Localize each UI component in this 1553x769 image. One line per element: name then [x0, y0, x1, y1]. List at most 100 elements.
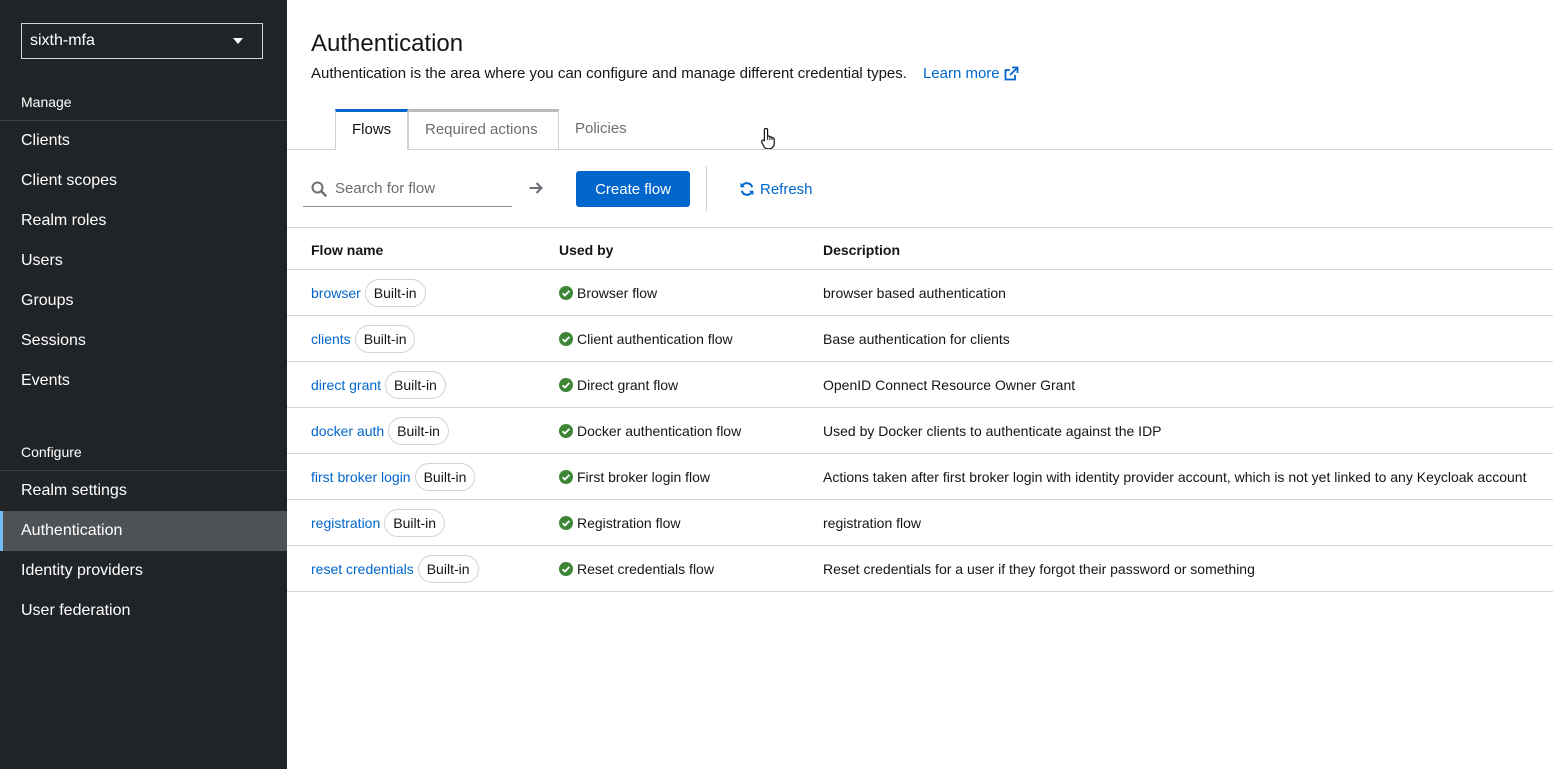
flow-link[interactable]: browser	[311, 285, 361, 301]
flow-name-cell: docker auth Built-in	[311, 408, 449, 454]
table-row: registration Built-in Registration flow …	[287, 500, 1553, 546]
tab-policies[interactable]: Policies	[559, 109, 643, 150]
nav-section-manage: Manage Clients Client scopes Realm roles…	[0, 83, 287, 401]
sidebar-item-client-scopes[interactable]: Client scopes	[0, 161, 287, 201]
page-title: Authentication	[311, 30, 464, 57]
search-submit-button[interactable]	[525, 177, 547, 199]
check-circle-icon	[559, 424, 573, 438]
check-circle-icon	[559, 332, 573, 346]
used-by-text: Docker authentication flow	[577, 423, 742, 439]
learn-more-label: Learn more	[922, 65, 1000, 82]
check-circle-icon	[559, 470, 573, 484]
realm-selector-label: sixth-mfa	[30, 32, 95, 49]
flow-name-cell: reset credentials Built-in	[311, 546, 479, 592]
description-cell: Reset credentials for a user if they for…	[823, 561, 1255, 577]
description-cell: OpenID Connect Resource Owner Grant	[823, 377, 1076, 393]
used-by-cell: Direct grant flow	[559, 362, 678, 408]
sidebar-item-users[interactable]: Users	[0, 241, 287, 281]
sidebar-item-realm-settings[interactable]: Realm settings	[0, 471, 287, 511]
sidebar-item-identity-providers[interactable]: Identity providers	[0, 551, 287, 591]
description-cell: Actions taken after first broker login w…	[823, 469, 1527, 485]
sidebar-item-groups[interactable]: Groups	[0, 281, 287, 321]
sidebar-item-events[interactable]: Events	[0, 361, 287, 401]
used-by-cell: Client authentication flow	[559, 316, 733, 362]
search-input[interactable]	[335, 180, 505, 197]
built-in-badge: Built-in	[384, 509, 446, 537]
table-row: direct grant Built-in Direct grant flow …	[287, 362, 1553, 408]
sidebar-item-sessions[interactable]: Sessions	[0, 321, 287, 361]
used-by-text: First broker login flow	[577, 469, 711, 485]
built-in-badge: Built-in	[354, 325, 416, 353]
check-circle-icon	[559, 516, 573, 530]
external-link-icon	[1004, 66, 1019, 80]
used-by-cell: First broker login flow	[559, 454, 710, 500]
realm-selector[interactable]: sixth-mfa	[21, 23, 263, 59]
column-header-used-by[interactable]: Used by	[559, 242, 613, 258]
check-circle-icon	[559, 378, 573, 392]
refresh-button[interactable]: Refresh	[739, 171, 813, 207]
nav-section-title-manage: Manage	[0, 83, 287, 121]
flow-name-cell: direct grant Built-in	[311, 362, 446, 408]
column-header-description[interactable]: Description	[823, 242, 900, 258]
tab-required-actions[interactable]: Required actions	[408, 109, 559, 150]
search-box	[303, 171, 512, 207]
column-header-flow-name[interactable]: Flow name	[311, 242, 383, 258]
toolbar: Create flow Refresh	[287, 150, 1553, 228]
nav-section-title-configure: Configure	[0, 433, 287, 471]
tab-bar: Flows Required actions Policies	[287, 109, 1553, 150]
built-in-badge: Built-in	[417, 555, 479, 583]
flow-link[interactable]: clients	[311, 331, 351, 347]
used-by-cell: Browser flow	[559, 270, 657, 316]
flow-name-cell: clients Built-in	[311, 316, 416, 362]
built-in-badge: Built-in	[385, 371, 446, 399]
flow-name-cell: registration Built-in	[311, 500, 446, 546]
used-by-cell: Registration flow	[559, 500, 681, 546]
flow-link[interactable]: first broker login	[311, 469, 411, 485]
used-by-text: Client authentication flow	[577, 331, 733, 347]
flow-link[interactable]: direct grant	[311, 377, 381, 393]
used-by-text: Registration flow	[577, 515, 681, 531]
description-cell: registration flow	[823, 515, 922, 531]
table-row: reset credentials Built-in Reset credent…	[287, 546, 1553, 592]
main-content: Authentication Authentication is the are…	[287, 0, 1553, 769]
nav-section-configure: Configure Realm settings Authentication …	[0, 433, 287, 631]
flows-table: Flow name Used by Description browser Bu…	[287, 228, 1553, 592]
check-circle-icon	[559, 562, 573, 576]
flow-name-cell: browser Built-in	[311, 270, 426, 316]
check-circle-icon	[559, 286, 573, 300]
page-description: Authentication is the area where you can…	[311, 65, 1019, 82]
used-by-cell: Docker authentication flow	[559, 408, 741, 454]
flow-link[interactable]: docker auth	[311, 423, 384, 439]
table-row: browser Built-in Browser flow browser ba…	[287, 270, 1553, 316]
used-by-cell: Reset credentials flow	[559, 546, 714, 592]
create-flow-button[interactable]: Create flow	[576, 171, 690, 207]
refresh-icon	[740, 182, 754, 196]
built-in-badge: Built-in	[388, 417, 449, 445]
learn-more-link[interactable]: Learn more	[923, 65, 1019, 82]
used-by-text: Browser flow	[577, 285, 658, 301]
table-row: clients Built-in Client authentication f…	[287, 316, 1553, 362]
used-by-text: Reset credentials flow	[577, 561, 714, 577]
sidebar-item-clients[interactable]: Clients	[0, 121, 287, 161]
refresh-label: Refresh	[760, 180, 813, 198]
flow-link[interactable]: reset credentials	[311, 561, 414, 577]
table-row: first broker login Built-in First broker…	[287, 454, 1553, 500]
built-in-badge: Built-in	[414, 463, 476, 491]
tab-flows[interactable]: Flows	[335, 109, 408, 150]
used-by-text: Direct grant flow	[577, 377, 679, 393]
built-in-badge: Built-in	[364, 279, 426, 307]
sidebar-item-authentication[interactable]: Authentication	[0, 511, 287, 551]
search-icon	[311, 181, 327, 197]
sidebar-item-realm-roles[interactable]: Realm roles	[0, 201, 287, 241]
arrow-right-icon	[529, 182, 543, 194]
hand-pointer-icon	[761, 127, 775, 149]
sidebar-item-user-federation[interactable]: User federation	[0, 591, 287, 631]
description-cell: Base authentication for clients	[823, 331, 1010, 347]
table-header: Flow name Used by Description	[287, 228, 1553, 270]
page-description-text: Authentication is the area where you can…	[311, 65, 907, 82]
description-cell: browser based authentication	[823, 285, 1006, 301]
table-row: docker auth Built-in Docker authenticati…	[287, 408, 1553, 454]
flow-link[interactable]: registration	[311, 515, 380, 531]
sidebar: sixth-mfa Manage Clients Client scopes R…	[0, 0, 287, 769]
flow-name-cell: first broker login Built-in	[311, 454, 476, 500]
